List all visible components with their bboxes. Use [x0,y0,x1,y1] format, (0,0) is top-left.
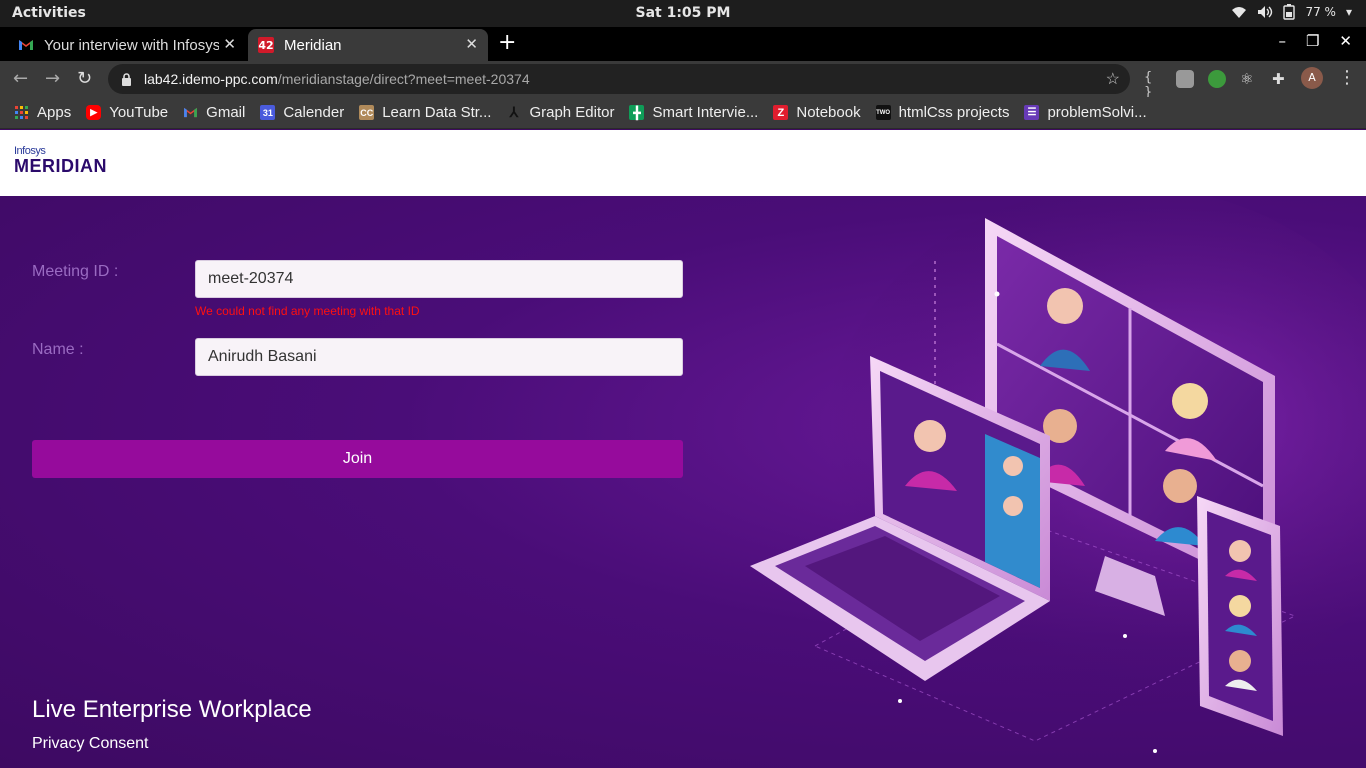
tab-strip: Your interview with Infosys ✕ 42 Meridia… [0,27,1366,61]
logo-meridian: MERIDIAN [14,156,107,176]
privacy-consent-link[interactable]: Privacy Consent [32,735,149,753]
name-label: Name : [32,341,84,358]
close-tab-icon[interactable]: ✕ [465,35,478,53]
bookmark-learn-data-structures[interactable]: CC Learn Data Str... [359,104,491,121]
bookmark-graph-editor[interactable]: ⅄ Graph Editor [506,104,615,121]
profile-avatar[interactable]: A [1301,67,1323,89]
meeting-error-message: We could not find any meeting with that … [195,304,420,318]
tagline: Live Enterprise Workplace [32,696,312,723]
bookmark-label: Learn Data Str... [382,104,492,121]
tab-title: Meridian [284,36,342,54]
url-path: /meridianstage/direct?meet=meet-20374 [277,71,530,87]
wifi-icon [1232,7,1247,18]
youtube-icon: ▶ [86,105,102,120]
bookmark-label: Notebook [796,104,861,121]
gmail-icon [183,105,198,120]
bookmark-star-icon[interactable]: ☆ [1106,69,1120,89]
bookmark-calender[interactable]: 31 Calender [260,104,344,121]
bookmark-notebook[interactable]: Z Notebook [773,104,861,121]
join-meeting-panel: Meeting ID : meet-20374 We could not fin… [0,196,1366,768]
back-icon[interactable]: ← [13,68,28,89]
bookmark-label: YouTube [109,104,169,121]
code-extension-icon[interactable]: { } [1144,70,1162,100]
devices-illustration [750,196,1366,753]
apps-grid-icon [14,105,29,120]
minimize-icon[interactable]: – [1278,32,1286,50]
extensions-puzzle-icon[interactable]: ✚ [1272,70,1290,88]
browser-menu-icon[interactable]: ⋮ [1338,67,1356,88]
new-tab-icon[interactable]: + [498,30,516,55]
graph-icon: ⅄ [509,104,519,120]
close-tab-icon[interactable]: ✕ [223,35,236,53]
bookmark-label: Apps [37,104,72,121]
cc-icon: CC [359,105,375,120]
reload-icon[interactable]: ↻ [77,68,92,89]
restore-icon[interactable]: ❐ [1306,32,1319,50]
react-devtools-icon[interactable]: ⚛ [1240,70,1258,88]
address-bar[interactable]: lab42.idemo-ppc.com/meridianstage/direct… [108,64,1130,94]
calendar-icon: 31 [260,105,276,120]
bookmark-label: problemSolvi... [1047,104,1147,121]
system-top-bar: Activities Sat 1:05 PM 77 % ▾ [0,0,1366,27]
url-host: lab42.idemo-ppc.com [144,71,278,87]
window-controls: – ❐ ✕ [1278,32,1352,50]
bookmarks-bar: Apps ▶ YouTube Gmail 31 Calender CC Lear… [0,97,1366,129]
plus-doc-icon: ╋ [629,105,645,120]
bookmark-smart-interview[interactable]: ╋ Smart Intervie... [629,104,758,121]
browser-toolbar: ← → ↻ lab42.idemo-ppc.com/meridianstage/… [0,61,1366,100]
forward-icon[interactable]: → [45,68,60,89]
forms-icon: ☰ [1024,105,1040,120]
bookmark-htmlcss-projects[interactable]: TWO htmlCss projects [875,104,1010,121]
bookmark-label: Graph Editor [529,104,615,121]
gmail-icon [18,37,34,53]
volume-icon [1258,6,1273,18]
phone-graphic [1197,496,1283,736]
bookmark-gmail[interactable]: Gmail [183,104,245,121]
bookmark-label: Smart Intervie... [652,104,759,121]
bookmark-youtube[interactable]: ▶ YouTube [86,104,168,121]
meeting-id-label: Meeting ID : [32,263,119,280]
close-window-icon[interactable]: ✕ [1339,32,1352,50]
tab-meridian[interactable]: 42 Meridian ✕ [248,29,488,61]
bookmark-label: Gmail [206,104,246,121]
42-icon: 42 [258,37,274,53]
clock[interactable]: Sat 1:05 PM [0,5,1366,21]
lock-icon [122,72,131,86]
meeting-id-input[interactable]: meet-20374 [195,260,683,298]
z-icon: Z [773,105,789,120]
bookmark-problem-solving[interactable]: ☰ problemSolvi... [1024,104,1147,121]
system-menu-arrow-icon: ▾ [1345,5,1352,19]
battery-percent: 77 % [1305,5,1336,19]
bookmark-apps[interactable]: Apps [14,104,71,121]
join-button[interactable]: Join [32,440,683,478]
page-header: Infosys MERIDIAN [0,130,1366,196]
extension-green-icon[interactable] [1208,70,1226,88]
system-tray[interactable]: 77 % ▾ [1231,4,1352,20]
extension-k-icon[interactable] [1176,70,1194,88]
two-icon: TWO [875,105,891,120]
tab-title: Your interview with Infosys [44,36,219,54]
bookmark-label: Calender [283,104,345,121]
battery-icon [1283,4,1296,20]
tab-gmail-interview[interactable]: Your interview with Infosys ✕ [0,29,246,61]
meridian-logo[interactable]: Infosys MERIDIAN [14,146,107,176]
bookmark-label: htmlCss projects [898,104,1010,121]
name-input[interactable]: Anirudh Basani [195,338,683,376]
